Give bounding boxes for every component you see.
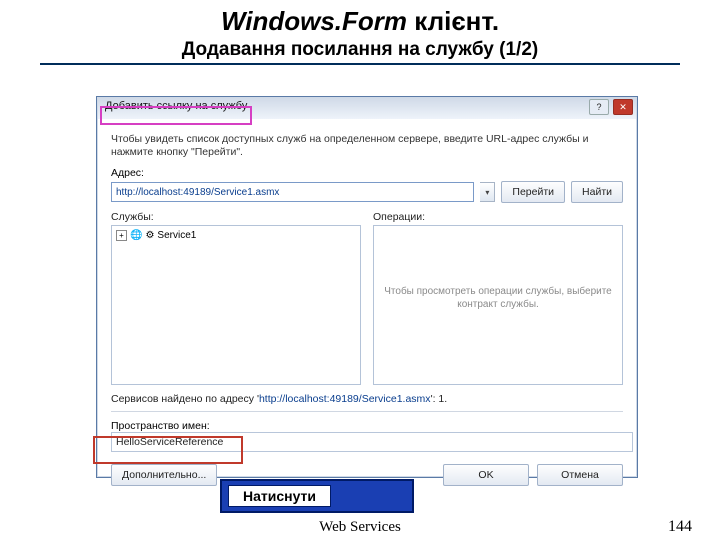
callout-box: Натиснути: [220, 479, 414, 513]
address-input[interactable]: http://localhost:49189/Service1.asmx: [111, 182, 474, 202]
dialog-window: Добавить ссылку на службу ? ✕ Чтобы увид…: [96, 96, 638, 478]
tree-item[interactable]: + 🌐 ⚙ Service1: [116, 230, 356, 241]
divider: [40, 63, 680, 65]
gear-icon: ⚙: [145, 230, 154, 241]
advanced-button[interactable]: Дополнительно...: [111, 464, 217, 486]
operations-pane: Чтобы просмотреть операции службы, выбер…: [373, 225, 623, 385]
close-icon: ✕: [619, 103, 627, 112]
close-button[interactable]: ✕: [613, 99, 633, 115]
services-pane[interactable]: + 🌐 ⚙ Service1: [111, 225, 361, 385]
services-header: Службы:: [111, 211, 361, 223]
operations-header: Операции:: [373, 211, 623, 223]
page-number: 144: [668, 518, 692, 536]
find-button[interactable]: Найти: [571, 181, 623, 203]
globe-icon: 🌐: [130, 230, 142, 241]
chevron-down-icon: ▾: [485, 188, 489, 197]
help-icon: ?: [596, 103, 601, 112]
operations-placeholder: Чтобы просмотреть операции службы, выбер…: [378, 285, 618, 311]
tree-item-label: Service1: [157, 230, 196, 241]
cancel-button[interactable]: Отмена: [537, 464, 623, 486]
help-button[interactable]: ?: [589, 99, 609, 115]
highlight-advanced: [93, 436, 243, 464]
ok-button[interactable]: OK: [443, 464, 529, 486]
highlight-title: [100, 106, 252, 125]
namespace-label: Пространство имен:: [111, 420, 623, 432]
address-dropdown[interactable]: ▾: [480, 182, 495, 202]
address-label: Адрес:: [111, 167, 623, 179]
callout-label: Натиснути: [228, 485, 331, 507]
slide-subtitle: Додавання посилання на службу (1/2): [0, 39, 720, 61]
expand-icon[interactable]: +: [116, 230, 127, 241]
instruction-text: Чтобы увидеть список доступных служб на …: [111, 133, 623, 159]
footer-text: Web Services: [319, 519, 401, 536]
found-text: Сервисов найдено по адресу 'http://local…: [111, 393, 623, 405]
slide-title: Windows.Form клієнт.: [0, 6, 720, 37]
divider: [111, 411, 623, 412]
go-button[interactable]: Перейти: [501, 181, 565, 203]
